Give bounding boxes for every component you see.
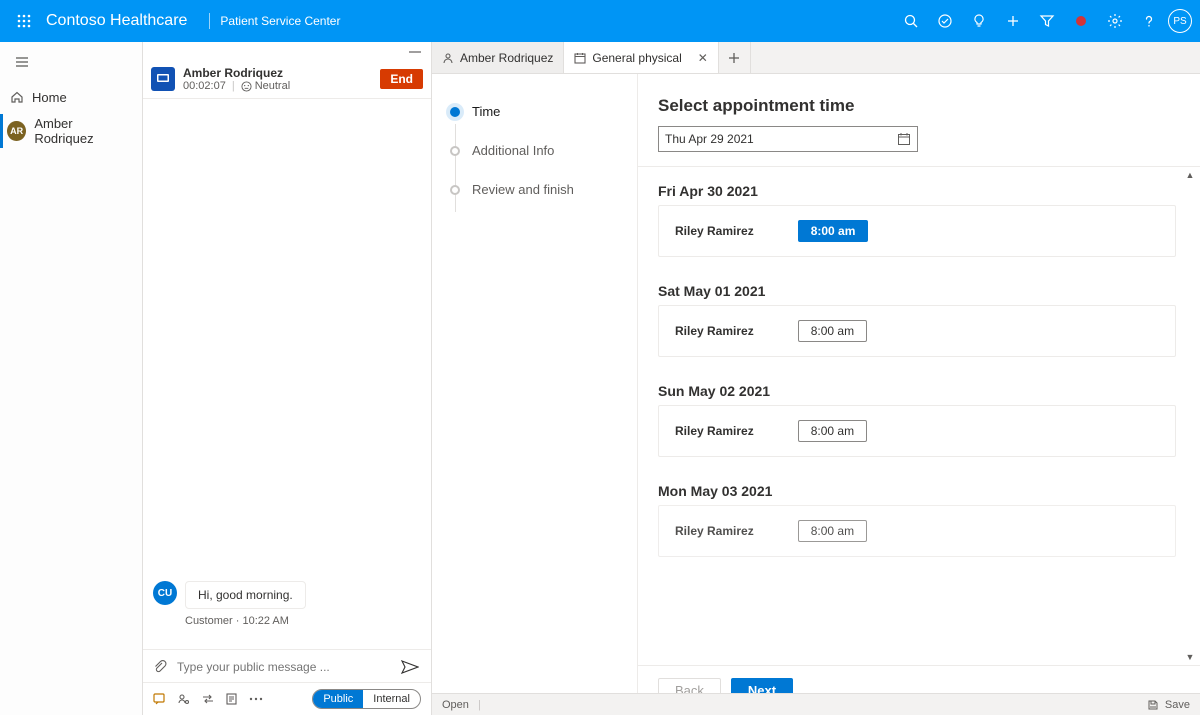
record-icon[interactable] [1066,6,1096,36]
day-block: Sat May 01 2021 Riley Ramirez 8:00 am [658,283,1176,357]
time-slot-button[interactable]: 8:00 am [798,220,869,242]
record-state: Open [442,699,469,711]
save-icon [1147,699,1159,711]
minimize-icon[interactable] [407,44,423,60]
tab-patient-label: Amber Rodriquez [460,51,553,65]
patient-avatar-icon: AR [7,121,26,141]
day-block: Fri Apr 30 2021 Riley Ramirez 8:00 am [658,183,1176,257]
provider-name: Riley Ramirez [675,224,754,238]
session-timer: 00:02:07 [183,80,226,92]
session-header: Amber Rodriquez 00:02:07 | Neutral End [143,60,431,99]
pill-public[interactable]: Public [313,690,363,708]
task-icon[interactable] [930,6,960,36]
tab-appointment-label: General physical [592,51,681,65]
step-additional-label: Additional Info [472,143,554,158]
provider-row: Riley Ramirez 8:00 am [658,205,1176,257]
user-avatar[interactable]: PS [1168,9,1192,33]
consult-icon[interactable] [177,692,191,706]
session-name: Amber Rodriquez [183,66,372,80]
end-session-button[interactable]: End [380,69,423,89]
app-subtitle: Patient Service Center [220,14,350,28]
calendar-icon [574,52,586,64]
calendar-picker-icon [897,132,911,146]
step-additional[interactable]: Additional Info [450,131,627,170]
day-block: Mon May 03 2021 Riley Ramirez 8:00 am [658,483,1176,557]
appointment-content: Select appointment time Thu Apr 29 2021 … [637,74,1200,715]
filter-icon[interactable] [1032,6,1062,36]
channel-icon [151,67,175,91]
save-label: Save [1165,699,1190,711]
status-bar: Open | Save [432,693,1200,715]
provider-name: Riley Ramirez [675,524,754,538]
scroll-down-icon[interactable]: ▼ [1184,651,1196,663]
transfer-icon[interactable] [201,692,215,706]
nav-patient-label: Amber Rodriquez [34,116,132,146]
sentiment-chip: Neutral [241,80,290,92]
wizard-steps: Time Additional Info Review and finish [432,74,637,715]
chat-message: CU Hi, good morning. [153,581,421,609]
send-icon[interactable] [401,660,419,674]
compose-toolbar: Public Internal [143,682,431,715]
provider-name: Riley Ramirez [675,324,754,338]
save-button[interactable]: Save [1147,699,1190,711]
sentiment-label: Neutral [255,80,290,92]
tab-patient[interactable]: Amber Rodriquez [432,42,564,73]
top-banner: Contoso Healthcare Patient Service Cente… [0,0,1200,42]
nav-toggle-icon[interactable] [8,50,36,74]
day-label: Fri Apr 30 2021 [658,183,1176,199]
visibility-pill: Public Internal [312,689,421,709]
compose-row [143,649,431,682]
step-time-label: Time [472,104,500,119]
customer-avatar-icon: CU [153,581,177,605]
attachment-icon[interactable] [153,660,167,674]
scroll-up-icon[interactable]: ▲ [1184,169,1196,181]
nav-home-label: Home [32,90,67,105]
quick-reply-icon[interactable] [153,692,167,706]
new-tab-button[interactable] [719,42,751,73]
left-nav: Home AR Amber Rodriquez [0,42,143,715]
bulb-icon[interactable] [964,6,994,36]
person-icon [442,52,454,64]
day-block: Sun May 02 2021 Riley Ramirez 8:00 am [658,383,1176,457]
nav-home[interactable]: Home [0,80,142,114]
date-value: Thu Apr 29 2021 [665,132,754,146]
pill-internal[interactable]: Internal [363,690,420,708]
notes-icon[interactable] [225,692,239,706]
step-time[interactable]: Time [450,92,627,131]
provider-row: Riley Ramirez 8:00 am [658,505,1176,557]
help-icon[interactable] [1134,6,1164,36]
message-bubble: Hi, good morning. [185,581,306,609]
time-slot-button[interactable]: 8:00 am [798,520,867,542]
chat-panel: Amber Rodriquez 00:02:07 | Neutral End C… [143,42,432,715]
day-label: Sun May 02 2021 [658,383,1176,399]
divider [209,13,210,29]
provider-row: Riley Ramirez 8:00 am [658,405,1176,457]
day-label: Sat May 01 2021 [658,283,1176,299]
settings-icon[interactable] [1100,6,1130,36]
compose-input[interactable] [177,660,391,674]
step-review-label: Review and finish [472,182,574,197]
date-picker[interactable]: Thu Apr 29 2021 [658,126,918,152]
tab-appointment[interactable]: General physical ✕ [564,42,718,73]
search-icon[interactable] [896,6,926,36]
provider-row: Riley Ramirez 8:00 am [658,305,1176,357]
nav-patient[interactable]: AR Amber Rodriquez [0,114,142,148]
chat-log: CU Hi, good morning. Customer · 10:22 AM [143,99,431,649]
more-icon[interactable] [249,697,263,701]
message-meta: Customer · 10:22 AM [185,615,421,627]
brand-title: Contoso Healthcare [40,12,199,30]
provider-name: Riley Ramirez [675,424,754,438]
home-icon [10,90,24,104]
step-review[interactable]: Review and finish [450,170,627,209]
content-heading: Select appointment time [638,74,1200,126]
slots-scroll[interactable]: ▲ Fri Apr 30 2021 Riley Ramirez 8:00 am … [638,166,1200,666]
day-label: Mon May 03 2021 [658,483,1176,499]
tab-strip: Amber Rodriquez General physical ✕ [432,42,1200,74]
close-tab-icon[interactable]: ✕ [698,51,708,65]
add-icon[interactable] [998,6,1028,36]
app-launcher-icon[interactable] [8,5,40,37]
detail-region: Amber Rodriquez General physical ✕ Time … [432,42,1200,715]
time-slot-button[interactable]: 8:00 am [798,420,867,442]
time-slot-button[interactable]: 8:00 am [798,320,867,342]
